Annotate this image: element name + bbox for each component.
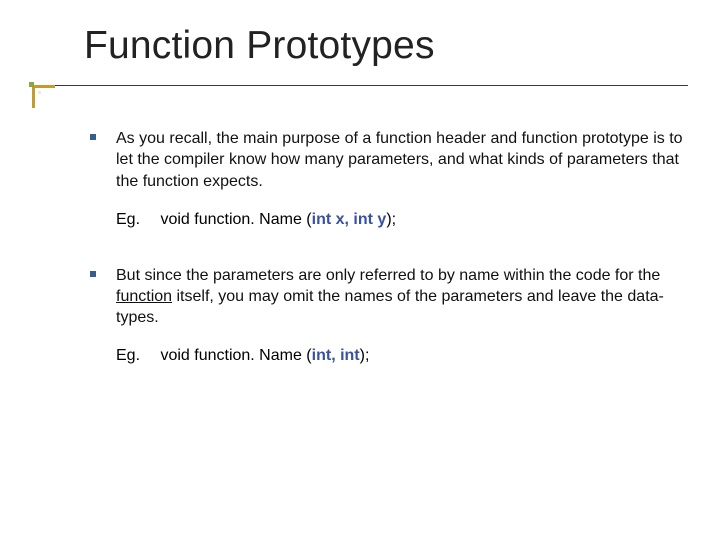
example-label: Eg. bbox=[116, 210, 156, 231]
example-label: Eg. bbox=[116, 346, 156, 367]
slide: Function Prototypes As you recall, the m… bbox=[0, 0, 720, 540]
code-example: Eg. void function. Name (int, int); bbox=[86, 346, 692, 367]
slide-title: Function Prototypes bbox=[84, 24, 435, 68]
example-keyword: int, int bbox=[312, 347, 360, 364]
bullet-item: But since the parameters are only referr… bbox=[86, 265, 692, 329]
example-keyword: int x, int y bbox=[312, 211, 387, 228]
code-example: Eg. void function. Name (int x, int y); bbox=[86, 210, 692, 231]
title-underline bbox=[32, 85, 688, 86]
corner-accent-icon bbox=[32, 85, 55, 108]
bullet-text-underlined: function bbox=[116, 288, 172, 305]
slide-content: As you recall, the main purpose of a fun… bbox=[86, 128, 692, 395]
bullet-item: As you recall, the main purpose of a fun… bbox=[86, 128, 692, 192]
example-suffix: ); bbox=[360, 347, 370, 364]
example-suffix: ); bbox=[386, 211, 396, 228]
bullet-text-post: itself, you may omit the names of the pa… bbox=[116, 288, 664, 326]
bullet-text-pre: But since the parameters are only referr… bbox=[116, 267, 660, 284]
example-prefix: void function. Name ( bbox=[160, 347, 311, 364]
example-prefix: void function. Name ( bbox=[160, 211, 311, 228]
bullet-text: As you recall, the main purpose of a fun… bbox=[116, 130, 683, 190]
